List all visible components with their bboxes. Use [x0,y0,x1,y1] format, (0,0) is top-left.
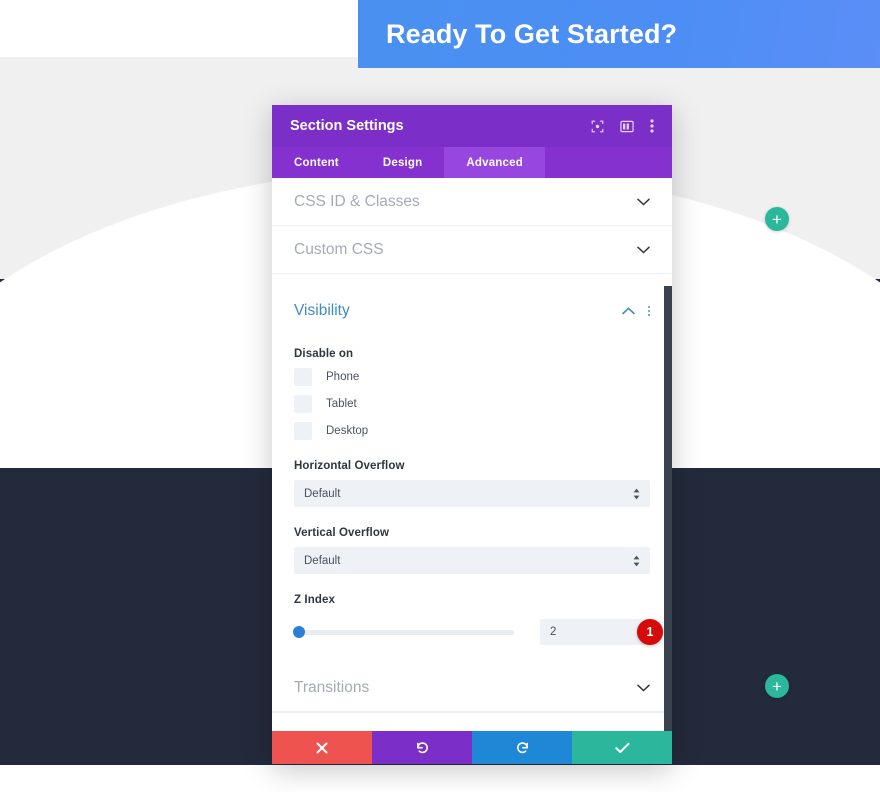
section-label: CSS ID & Classes [294,192,420,210]
chevron-down-icon [637,246,650,254]
horizontal-overflow-label: Horizontal Overflow [294,460,405,472]
modal-scrollbar[interactable] [664,286,672,731]
vertical-overflow-label: Vertical Overflow [294,527,390,539]
checkbox-label: Tablet [326,398,357,410]
checkbox-label: Phone [326,371,360,383]
selected-value: Default [304,487,341,500]
z-index-slider-row: 2 1 [293,619,663,645]
hero-banner: Ready To Get Started? [358,0,880,68]
add-section-button-top[interactable]: + [765,207,789,231]
tab-content[interactable]: Content [272,147,361,178]
modal-header-actions [591,119,654,133]
plus-icon: + [772,209,782,229]
section-label: Visibility [294,301,350,319]
section-visibility[interactable]: Visibility [272,287,672,334]
tab-advanced[interactable]: Advanced [444,147,545,178]
horizontal-overflow-field: Horizontal Overflow Default [294,460,650,507]
cancel-button[interactable] [272,731,372,764]
stepper-arrows-icon [633,555,640,567]
redo-button[interactable] [472,731,572,764]
overflow-menu-icon[interactable] [650,119,654,133]
layout-columns-icon[interactable] [620,120,634,133]
section-label: Transitions [294,678,370,696]
z-index-label: Z Index [294,594,335,606]
hero-title: Ready To Get Started? [386,18,678,49]
stepper-arrows-icon [633,488,640,500]
checkbox-row-tablet[interactable]: Tablet [294,395,650,413]
chevron-up-icon [622,306,635,315]
undo-button[interactable] [372,731,472,764]
selected-value: Default [304,554,341,567]
section-settings-modal: Section Settings Content Design Advanced… [272,105,672,764]
section-transitions[interactable]: Transitions [272,664,672,712]
disable-on-label: Disable on [294,348,354,360]
vertical-overflow-select[interactable]: Default [294,547,650,574]
modal-header: Section Settings [272,105,672,147]
modal-scroll-area: CSS ID & Classes Custom CSS Visibility D… [272,178,672,731]
checkbox-row-phone[interactable]: Phone [294,368,650,386]
save-button[interactable] [572,731,672,764]
modal-title: Section Settings [290,118,404,134]
z-index-field: Z Index 2 1 [293,594,663,645]
section-options-icon[interactable] [648,305,650,316]
dot [648,313,650,316]
focus-target-icon[interactable] [591,120,604,133]
modal-body: CSS ID & Classes Custom CSS Visibility D… [272,178,672,731]
chevron-down-icon [637,198,650,206]
dot [648,305,650,308]
chevron-down-icon [637,684,650,692]
vertical-overflow-field: Vertical Overflow Default [294,527,650,574]
status-badge: 1 [637,619,663,645]
section-custom-css[interactable]: Custom CSS [272,226,672,274]
section-label: Custom CSS [294,240,384,258]
checkbox-label: Desktop [326,425,369,437]
modal-tab-bar: Content Design Advanced [272,147,672,178]
checkbox-desktop[interactable] [294,422,312,440]
checkbox-row-desktop[interactable]: Desktop [294,422,650,440]
modal-footer [272,731,672,764]
section-css-id-classes[interactable]: CSS ID & Classes [272,178,672,226]
slider-handle[interactable] [293,626,305,638]
add-section-button-bottom[interactable]: + [765,674,789,698]
checkbox-phone[interactable] [294,368,312,386]
z-index-slider[interactable] [293,626,514,638]
help-row[interactable]: ? Help [272,712,672,731]
z-index-value: 2 [550,626,557,638]
z-index-input[interactable]: 2 1 [540,619,663,645]
plus-icon: + [772,676,782,696]
horizontal-overflow-select[interactable]: Default [294,480,650,507]
visibility-panel: Disable on Phone Tablet Desktop Horizont… [272,334,672,651]
tab-design[interactable]: Design [361,147,445,178]
checkbox-tablet[interactable] [294,395,312,413]
dot [648,309,650,312]
